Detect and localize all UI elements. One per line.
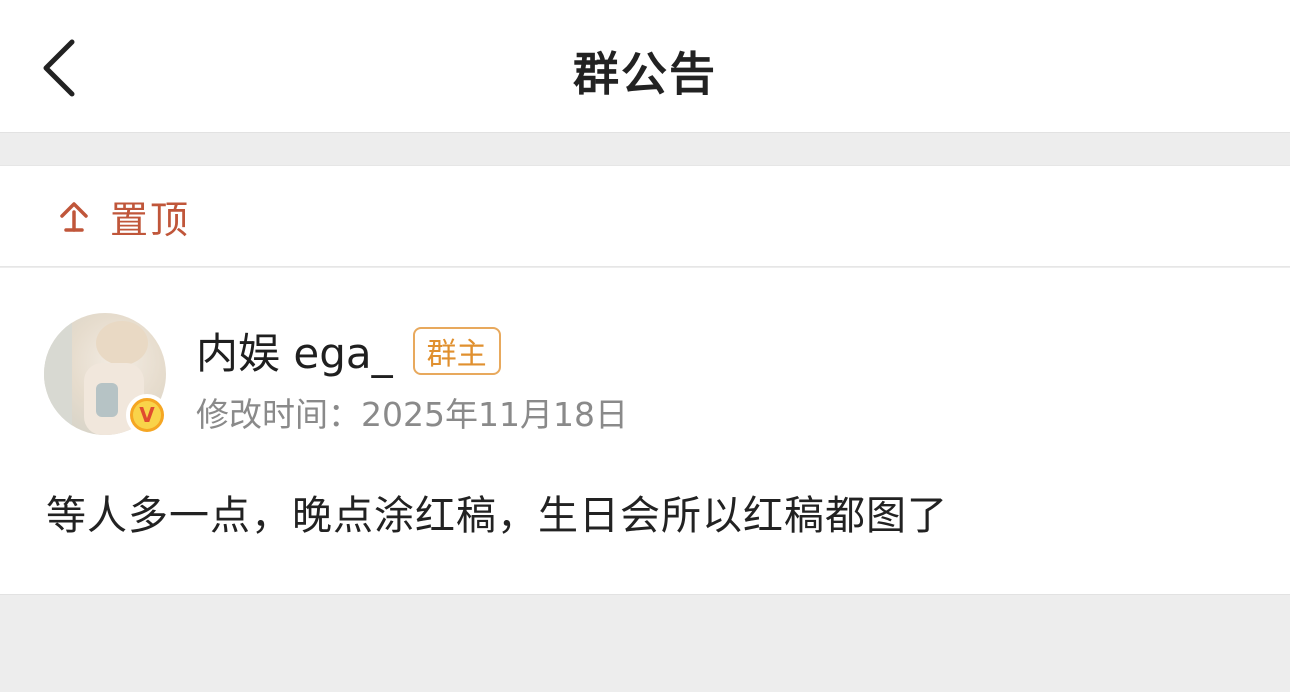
modified-date: 2025年11月18日 — [361, 395, 628, 434]
announcement-content: 等人多一点，晚点涂红稿，生日会所以红稿都图了 — [46, 493, 948, 539]
pin-label: 置顶 — [110, 197, 191, 242]
pin-top-icon — [56, 197, 94, 235]
header: 群公告 — [0, 0, 1290, 133]
author-row: 内娱 ega_ 群主 — [196, 320, 501, 381]
modified-time: 修改时间： 2025年11月18日 — [196, 388, 628, 436]
verified-v-icon: V — [126, 394, 168, 436]
owner-badge: 群主 — [412, 326, 501, 375]
page-title: 群公告 — [573, 47, 717, 101]
modified-label: 修改时间： — [196, 395, 361, 434]
pinned-section: 置顶 — [0, 165, 1290, 267]
announcement-post: V 内娱 ega_ 群主 修改时间： 2025年11月18日 等人多一点，晚点涂… — [0, 268, 1290, 595]
author-name[interactable]: 内娱 ega_ — [196, 320, 393, 381]
